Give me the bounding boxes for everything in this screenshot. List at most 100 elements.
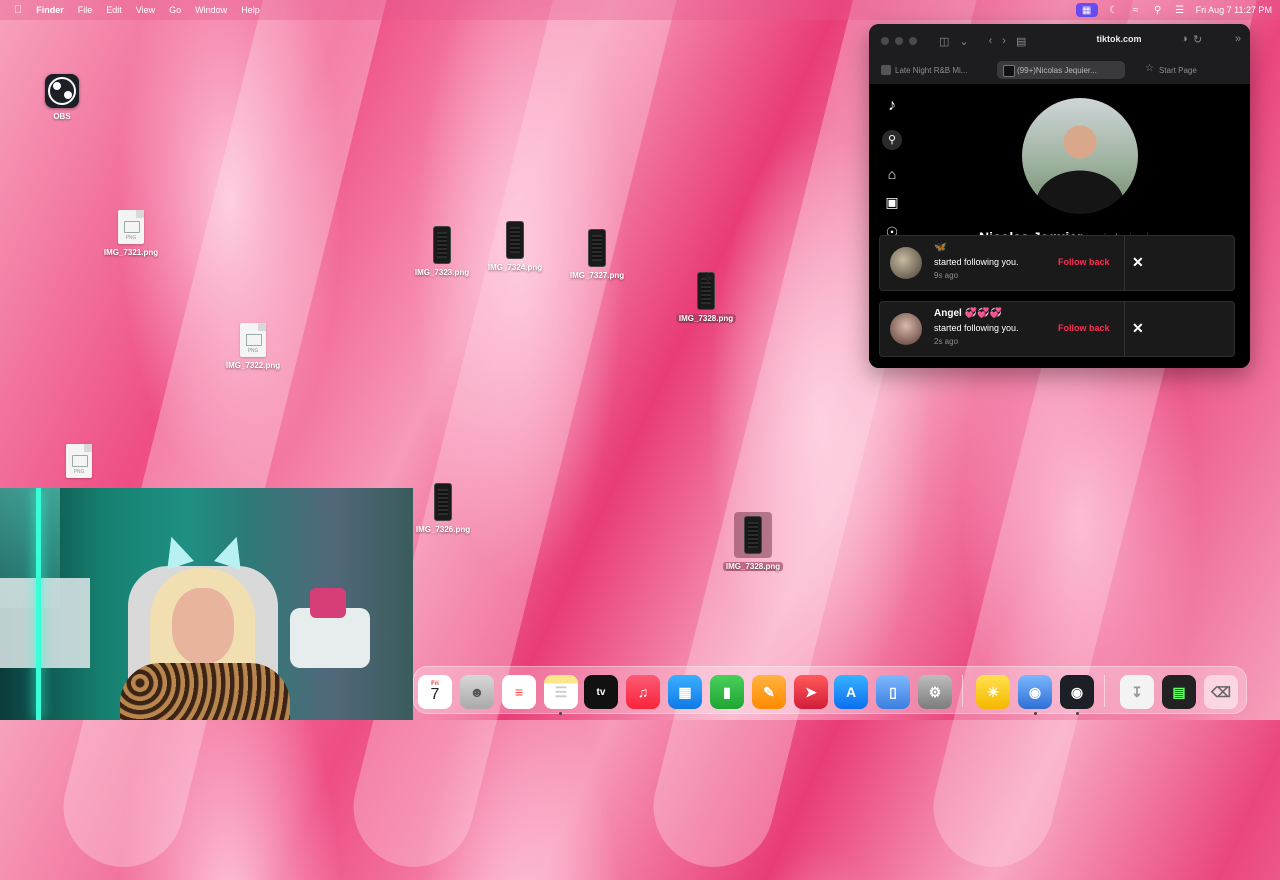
leopard-top (120, 663, 290, 720)
obs-dock-icon[interactable]: ◉ (1060, 675, 1094, 709)
menu-clock[interactable]: Fri Aug 7 11:27 PM (1196, 5, 1272, 15)
menu-window[interactable]: Window (188, 5, 234, 15)
star-icon: ☆ (1145, 63, 1154, 74)
cat-ear-headphones (156, 532, 252, 576)
png-file-icon: PNG (118, 210, 144, 244)
follow-notification: 🦋 started following you. 9s ago Follow b… (879, 235, 1235, 291)
desktop-file-img-7322[interactable]: PNG IMG_7322.png (208, 323, 298, 370)
follow-back-button[interactable]: Follow back (1058, 323, 1110, 333)
menu-edit[interactable]: Edit (99, 5, 129, 15)
tab-label: Late Night R&B Mi... (895, 65, 968, 75)
webcam-overlay (0, 488, 413, 720)
control-center-icon[interactable]: ☰ (1174, 4, 1186, 16)
desktop-file-label: IMG_7324.png (487, 263, 543, 272)
tiktok-page: ♪ ⚲ ⌂ ▣ ☉ Nicolas Jequier nicolas.jequie… (869, 84, 1250, 368)
disk-utility-icon[interactable]: ◉ (1018, 675, 1052, 709)
notification-time: 2s ago (934, 337, 959, 346)
trash-icon[interactable]: ⌫ (1204, 675, 1238, 709)
keynote-app-icon[interactable]: ▦ (668, 675, 702, 709)
spotlight-search-icon[interactable]: ⚲ (1152, 4, 1164, 16)
rocket-app-icon[interactable]: ➤ (794, 675, 828, 709)
numbers-app-icon[interactable]: ▮ (710, 675, 744, 709)
png-file-icon: PNG (66, 444, 92, 478)
follower-avatar[interactable] (890, 247, 922, 279)
system-settings-icon[interactable]: ⚙ (918, 675, 952, 709)
desktop-file-label: IMG_7321.png (103, 248, 159, 257)
dock: Fri 7 ☻ ≡ ☰ tv ♫ ▦ ▮ ✎ ➤ A ▯ ⚙ ☀ ◉ ◉ ↧ ▤… (413, 666, 1247, 715)
app-store-icon[interactable]: A (834, 675, 868, 709)
screenshot-thumbnail-icon (434, 483, 452, 521)
menu-help[interactable]: Help (234, 5, 267, 15)
menu-go[interactable]: Go (162, 5, 188, 15)
minimize-window-button[interactable] (895, 37, 903, 45)
desktop-file-img-7328-selected[interactable]: IMG_7328.png (708, 512, 798, 571)
browser-toolbar: ◫ ⌄ ‹ › ▤ tiktok.com ◑ ↻ » (869, 24, 1250, 58)
screen-mirroring-icon[interactable]: ▦ (1075, 3, 1098, 17)
desktop-file-label: IMG_7328.png (675, 314, 737, 323)
screenshot-thumbnail-icon (506, 221, 524, 259)
desktop-file-img-7321[interactable]: PNG IMG_7321.png (86, 210, 176, 257)
tab-start-page[interactable]: ☆ Start Page (1139, 61, 1239, 79)
screenshot-thumbnail-icon (744, 516, 762, 554)
screenshot-thumbnail-icon (588, 229, 606, 267)
screenshot-thumbnail-icon (433, 226, 451, 264)
tab-tiktok-profile[interactable]: (99+)Nicolas Jequier... (997, 61, 1125, 79)
desktop-icon-obs[interactable]: OBS (17, 74, 107, 121)
back-icon[interactable]: ‹ (989, 35, 993, 47)
tiktok-logo-icon[interactable]: ♪ (882, 96, 902, 116)
reminders-app-icon[interactable]: ≡ (502, 675, 536, 709)
divider (1124, 302, 1125, 356)
desktop-file-label: IMG_7327.png (569, 271, 625, 280)
contacts-app-icon[interactable]: ☻ (460, 675, 494, 709)
desktop-file-img-7327[interactable]: IMG_7327.png (552, 229, 642, 280)
pages-app-icon[interactable]: ✎ (752, 675, 786, 709)
browser-window: ◫ ⌄ ‹ › ▤ tiktok.com ◑ ↻ » Late Night R&… (869, 24, 1250, 368)
tab-bar: Late Night R&B Mi... (99+)Nicolas Jequie… (869, 58, 1250, 85)
shop-icon[interactable]: ▣ (882, 192, 902, 212)
page-menu-icon[interactable]: ▤ (1016, 35, 1026, 48)
divider (1124, 236, 1125, 290)
menu-app-name[interactable]: Finder (29, 5, 71, 15)
iphone-mirroring-app-icon[interactable]: ▯ (876, 675, 910, 709)
menu-view[interactable]: View (129, 5, 162, 15)
menu-file[interactable]: File (71, 5, 100, 15)
desktop-file-unnamed[interactable]: PNG (34, 444, 124, 478)
close-window-button[interactable] (881, 37, 889, 45)
tab-favicon-icon (881, 65, 891, 75)
calendar-app-icon[interactable]: Fri 7 (418, 675, 452, 709)
downloads-stack-icon[interactable]: ↧ (1120, 675, 1154, 709)
desktop-file-img-7324[interactable]: IMG_7324.png (470, 221, 560, 272)
zoom-window-button[interactable] (909, 37, 917, 45)
music-app-icon[interactable]: ♫ (626, 675, 660, 709)
close-icon[interactable]: ✕ (1132, 254, 1144, 271)
close-icon[interactable]: ✕ (1132, 320, 1144, 337)
wifi-icon[interactable]: ≈ (1130, 4, 1142, 16)
follow-back-button[interactable]: Follow back (1058, 257, 1110, 267)
calendar-date: 7 (430, 686, 440, 703)
tab-late-night-rnb[interactable]: Late Night R&B Mi... (875, 61, 993, 79)
follower-avatar[interactable] (890, 313, 922, 345)
led-strip (36, 488, 41, 720)
tips-app-icon[interactable]: ☀ (976, 675, 1010, 709)
sidebar-toggle-icon[interactable]: ◫ (939, 35, 949, 48)
desktop-file-label: IMG_7328.png (722, 562, 784, 571)
profile-avatar[interactable] (1022, 98, 1138, 214)
apple-menu-icon[interactable]:  (0, 4, 29, 16)
desktop-file-label: IMG_7322.png (225, 361, 281, 370)
follower-name: Angel 💞💞💞 (934, 308, 1002, 319)
screenshots-stack-icon[interactable]: ▤ (1162, 675, 1196, 709)
notes-app-icon[interactable]: ☰ (544, 675, 578, 709)
reload-icon[interactable]: ↻ (1193, 33, 1202, 46)
search-icon[interactable]: ⚲ (882, 130, 902, 150)
notification-text: started following you. (934, 323, 1019, 333)
more-tabs-icon[interactable]: » (1235, 33, 1241, 45)
apple-tv-app-icon[interactable]: tv (584, 675, 618, 709)
tiktok-favicon-icon (1003, 65, 1015, 77)
chevron-down-icon[interactable]: ⌄ (959, 35, 968, 48)
translate-icon[interactable]: ◑ (1181, 33, 1188, 45)
forward-icon[interactable]: › (1002, 35, 1006, 47)
address-bar[interactable]: tiktok.com (1039, 34, 1199, 44)
home-icon[interactable]: ⌂ (882, 164, 902, 184)
desktop-file-label: IMG_7326.png (415, 525, 471, 534)
focus-moon-icon[interactable]: ☾ (1108, 4, 1120, 16)
